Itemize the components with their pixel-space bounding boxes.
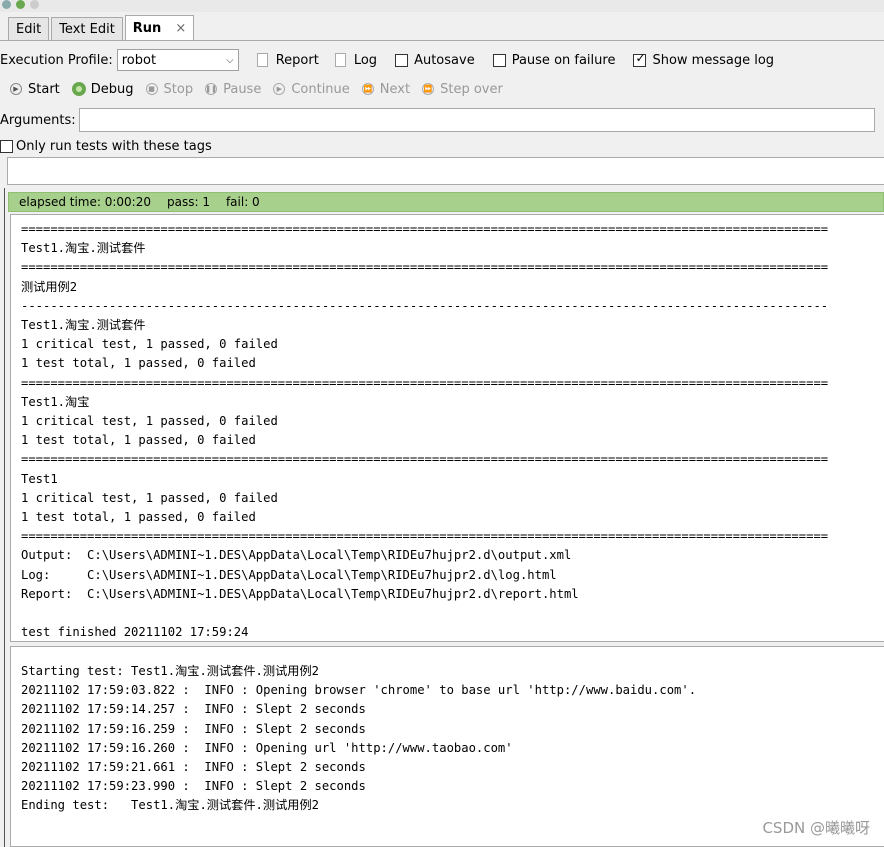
execution-profile-select[interactable]: robot ⌵ bbox=[116, 49, 239, 71]
pause-label: Pause bbox=[223, 81, 262, 97]
message-log-area[interactable]: Starting test: Test1.淘宝.测试套件.测试用例2 20211… bbox=[10, 646, 884, 847]
tab-run[interactable]: Run × bbox=[124, 15, 195, 40]
next-icon: ⏩ bbox=[361, 83, 374, 95]
tags-input[interactable] bbox=[7, 157, 884, 185]
pause-on-failure-checkbox[interactable] bbox=[492, 53, 506, 67]
report-icon[interactable] bbox=[256, 53, 268, 67]
bug-icon bbox=[71, 82, 86, 96]
only-run-tags-checkbox[interactable] bbox=[0, 139, 13, 153]
show-message-log-label: Show message log bbox=[652, 52, 775, 68]
pause-on-failure-label: Pause on failure bbox=[511, 52, 616, 68]
close-icon[interactable]: × bbox=[175, 21, 186, 36]
title-bar-strip bbox=[0, 0, 884, 12]
tab-text-edit[interactable]: Text Edit bbox=[51, 17, 123, 40]
run-controls: ▶ Start Debug ■ Stop ❚❚ Pause ▶ Continue… bbox=[10, 79, 515, 99]
start-button[interactable]: ▶ Start bbox=[10, 82, 60, 97]
output-text: ========================================… bbox=[21, 222, 829, 640]
debug-icon bbox=[16, 0, 25, 9]
only-run-tags-label: Only run tests with these tags bbox=[16, 138, 212, 154]
next-button[interactable]: ⏩ Next bbox=[361, 81, 411, 97]
pass-count: pass: 1 bbox=[166, 195, 210, 209]
tab-run-label: Run bbox=[132, 20, 162, 36]
tab-edit[interactable]: Edit bbox=[8, 17, 50, 40]
log-button[interactable]: Log bbox=[354, 53, 377, 68]
execution-toolbar: Execution Profile: robot ⌵ Report Log Au… bbox=[0, 48, 774, 72]
tab-edit-label: Edit bbox=[16, 21, 42, 37]
next-label: Next bbox=[379, 81, 411, 97]
continue-icon: ▶ bbox=[273, 83, 286, 95]
message-log-text: Starting test: Test1.淘宝.测试套件.测试用例2 20211… bbox=[21, 664, 697, 813]
autosave-label: Autosave bbox=[414, 52, 475, 68]
pause-icon: ❚❚ bbox=[205, 83, 218, 95]
tab-divider bbox=[0, 40, 884, 41]
show-message-log-checkbox[interactable] bbox=[633, 51, 647, 67]
status-bar: elapsed time: 0:00:20 pass: 1 fail: 0 bbox=[8, 192, 884, 212]
tags-filter-row: Only run tests with these tags bbox=[0, 136, 212, 156]
execution-profile-value: robot bbox=[121, 52, 157, 68]
stop-label: Stop bbox=[163, 81, 194, 97]
elapsed-time: elapsed time: 0:00:20 bbox=[19, 195, 151, 209]
tab-bar: Edit Text Edit Run × bbox=[8, 15, 196, 40]
debug-label: Debug bbox=[90, 81, 134, 97]
tab-text-edit-label: Text Edit bbox=[59, 21, 115, 37]
fail-count: fail: 0 bbox=[225, 195, 260, 209]
stop-button[interactable]: ■ Stop bbox=[145, 81, 194, 97]
step-over-label: Step over bbox=[440, 81, 503, 97]
log-icon[interactable] bbox=[334, 53, 346, 67]
step-over-icon: ⏩ bbox=[422, 83, 435, 95]
sash-divider[interactable] bbox=[4, 188, 5, 847]
report-button[interactable]: Report bbox=[276, 53, 319, 68]
step-over-button[interactable]: ⏩ Step over bbox=[422, 82, 503, 97]
watermark: CSDN @曦曦呀 bbox=[762, 819, 870, 837]
debug-button[interactable]: Debug bbox=[71, 81, 134, 97]
start-label: Start bbox=[28, 81, 60, 97]
output-text-area[interactable]: ========================================… bbox=[10, 214, 884, 642]
continue-button[interactable]: ▶ Continue bbox=[273, 81, 350, 97]
execution-profile-label: Execution Profile: bbox=[0, 52, 113, 68]
play-icon: ▶ bbox=[10, 83, 22, 95]
continue-label: Continue bbox=[291, 81, 350, 97]
arguments-input[interactable] bbox=[78, 108, 875, 132]
circle-icon bbox=[30, 0, 39, 9]
arguments-row: Arguments: bbox=[0, 107, 875, 133]
window-icon bbox=[2, 0, 11, 9]
pause-button[interactable]: ❚❚ Pause bbox=[205, 82, 261, 97]
arguments-label: Arguments: bbox=[0, 112, 76, 128]
autosave-checkbox[interactable] bbox=[395, 53, 409, 67]
stop-icon: ■ bbox=[145, 83, 158, 95]
chevron-down-icon: ⌵ bbox=[226, 54, 234, 66]
